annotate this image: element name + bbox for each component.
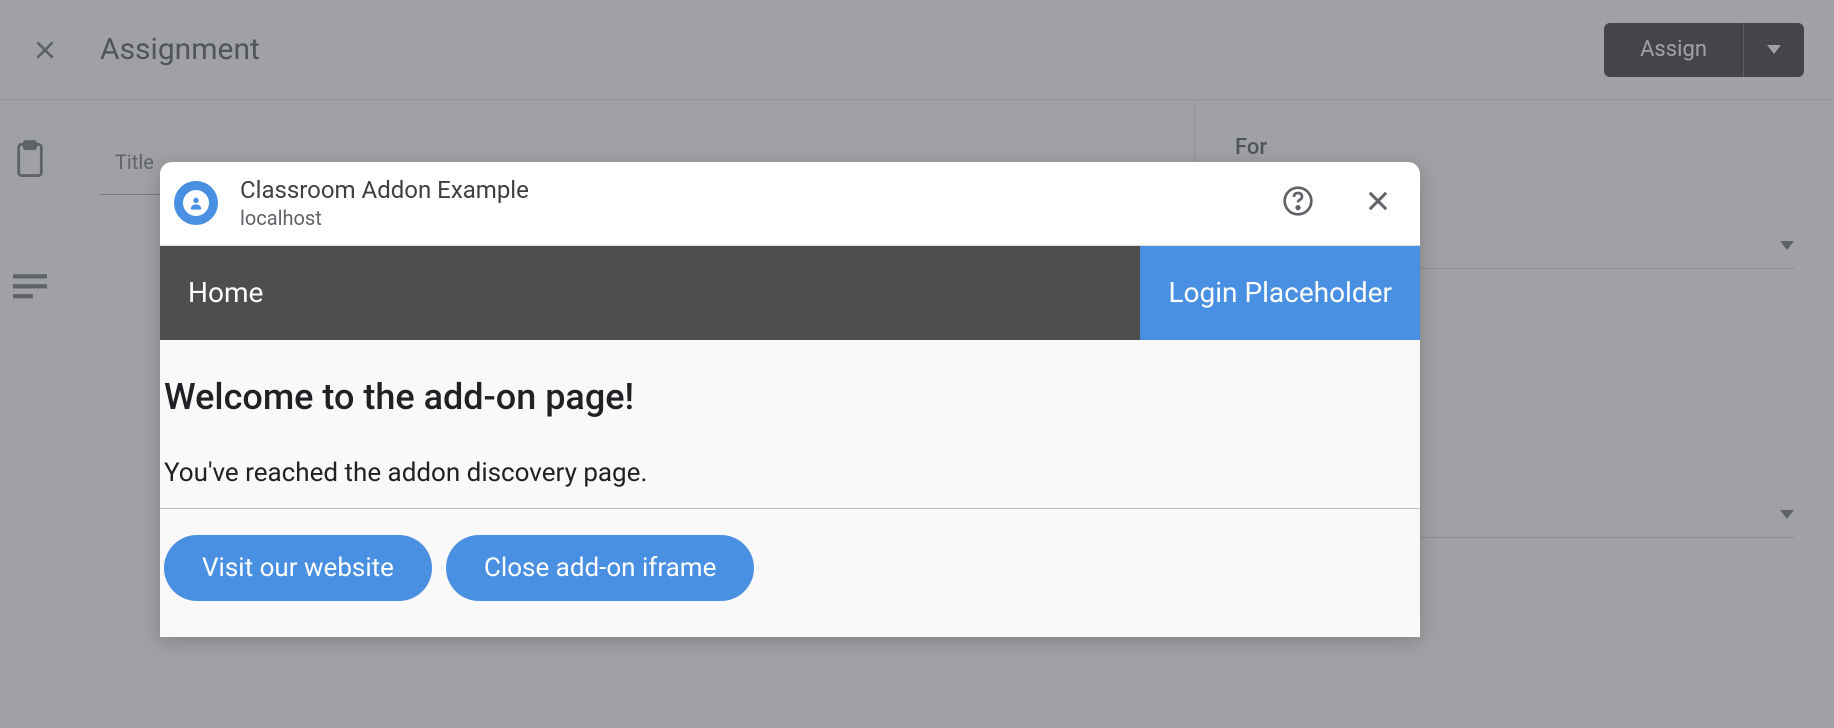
iframe-body: Welcome to the add-on page! You've reach… <box>160 340 1420 637</box>
modal-title: Classroom Addon Example <box>240 176 1282 205</box>
modal-titles: Classroom Addon Example localhost <box>240 176 1282 231</box>
modal-header: Classroom Addon Example localhost <box>160 162 1420 246</box>
iframe-body-text: You've reached the addon discovery page. <box>160 458 1420 509</box>
modal-header-actions <box>1282 185 1392 221</box>
visit-website-button[interactable]: Visit our website <box>164 535 432 601</box>
iframe-heading: Welcome to the add-on page! <box>160 376 1420 418</box>
addon-iframe-content: Home Login Placeholder Welcome to the ad… <box>160 246 1420 637</box>
addon-modal: Classroom Addon Example localhost Home <box>160 162 1420 637</box>
addon-icon <box>174 181 218 225</box>
close-iframe-button[interactable]: Close add-on iframe <box>446 535 754 601</box>
iframe-button-row: Visit our website Close add-on iframe <box>160 535 1420 601</box>
help-icon[interactable] <box>1282 185 1314 221</box>
iframe-nav: Home Login Placeholder <box>160 246 1420 340</box>
nav-home-link[interactable]: Home <box>160 246 1140 340</box>
nav-login-button[interactable]: Login Placeholder <box>1140 246 1420 340</box>
close-icon[interactable] <box>1364 187 1392 219</box>
modal-subtitle: localhost <box>240 205 1282 231</box>
